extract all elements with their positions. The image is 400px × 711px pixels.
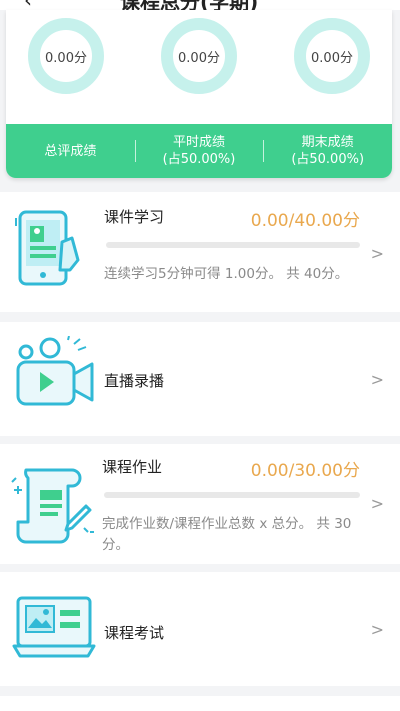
overall-score-title: 总评成绩 — [44, 143, 97, 159]
top-bar: ‹ 课程总分(学期) — [0, 0, 400, 10]
list-item-homework[interactable]: 课程作业 0.00/30.00分 完成作业数/课程作业总数 x 总分。 共 30… — [0, 444, 400, 564]
video-camera-icon — [16, 336, 94, 406]
page-title: 课程总分(学期) — [120, 0, 258, 10]
progress-bar — [106, 242, 360, 248]
overall-score-label: 总评成绩 — [6, 143, 135, 160]
final-score-ring: 0.00分 — [294, 18, 370, 94]
usual-score-value: 0.00分 — [178, 50, 220, 66]
usual-score-ring: 0.00分 — [161, 18, 237, 94]
list-item-courseware[interactable]: 课件学习 0.00/40.00分 连续学习5分钟可得 1.00分。 共 40分。… — [0, 192, 400, 312]
laptop-exam-icon — [12, 596, 96, 658]
final-score-value: 0.00分 — [311, 50, 353, 66]
list-item-exam[interactable]: 课程考试 > — [0, 572, 400, 686]
item-score: 0.00/30.00分 — [250, 461, 360, 481]
score-category-bar: 总评成绩 平时成绩 (占50.00%) 期末成绩 (占50.00%) — [6, 124, 392, 178]
overall-score-ring: 0.00分 — [28, 18, 104, 94]
final-score-title: 期末成绩 — [301, 135, 354, 150]
usual-score-label: 平时成绩 (占50.00%) — [134, 134, 264, 168]
item-name: 直播录播 — [104, 372, 165, 390]
back-arrow-icon[interactable]: ‹ — [24, 0, 32, 10]
item-description: 完成作业数/课程作业总数 x 总分。 共 30分。 — [102, 516, 352, 553]
item-name: 课件学习 — [104, 208, 165, 226]
list-item-live-recording[interactable]: 直播录播 > — [0, 322, 400, 436]
overall-score-value: 0.00分 — [45, 50, 87, 66]
item-description: 连续学习5分钟可得 1.00分。 共 40分。 — [104, 266, 349, 282]
item-score: 0.00/40.00分 — [250, 211, 360, 231]
scroll-homework-icon — [11, 468, 94, 544]
usual-score-title: 平时成绩 — [173, 135, 226, 150]
chevron-right-icon[interactable]: > — [371, 494, 384, 513]
chevron-right-icon[interactable]: > — [371, 244, 384, 263]
chevron-right-icon[interactable]: > — [371, 370, 384, 389]
progress-bar — [104, 492, 360, 498]
list-item-partial — [0, 696, 400, 711]
chevron-right-icon[interactable]: > — [371, 620, 384, 639]
item-name: 课程作业 — [102, 458, 163, 476]
final-score-weight: (占50.00%) — [291, 152, 365, 167]
item-name: 课程考试 — [104, 624, 165, 642]
usual-score-weight: (占50.00%) — [162, 152, 236, 167]
final-score-label: 期末成绩 (占50.00%) — [263, 134, 392, 168]
score-summary-card: 0.00分 0.00分 0.00分 总评成绩 平时成绩 (占50.00%) 期末… — [6, 10, 392, 178]
phone-courseware-icon — [15, 210, 80, 286]
